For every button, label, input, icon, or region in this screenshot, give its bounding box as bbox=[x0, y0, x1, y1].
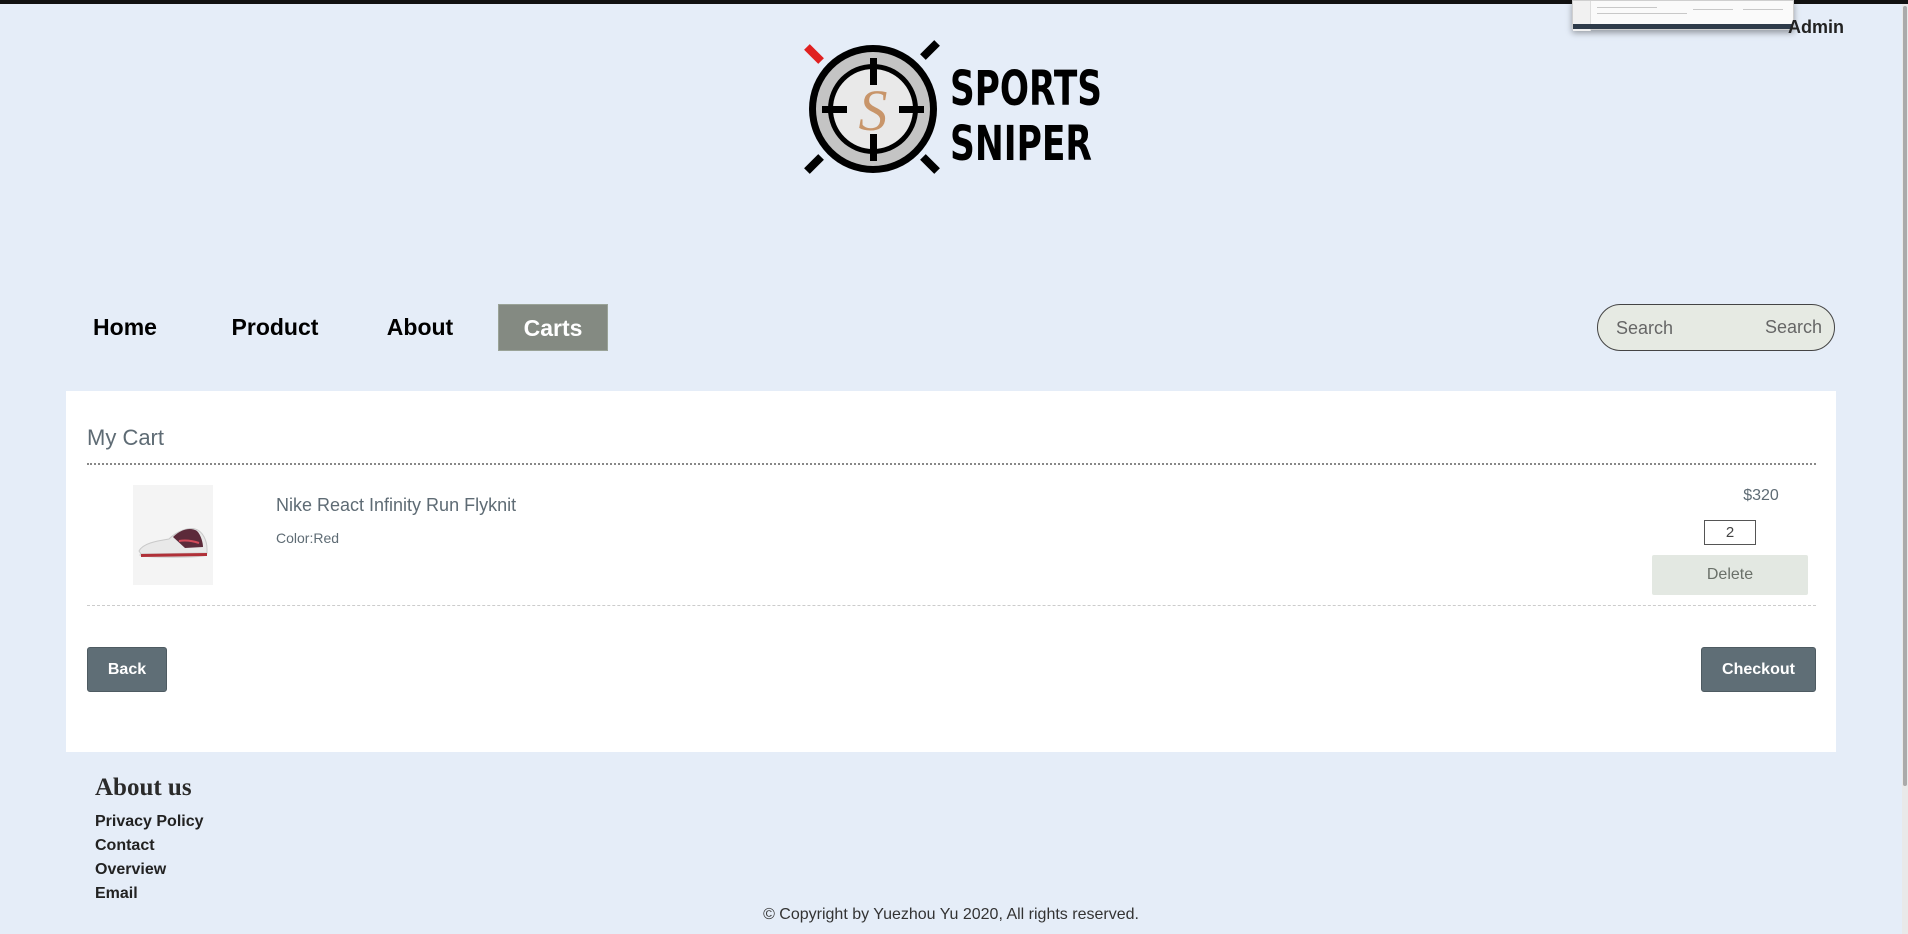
checkout-button[interactable]: Checkout bbox=[1701, 647, 1816, 692]
window-preview-thumbnail[interactable] bbox=[1572, 0, 1794, 31]
admin-link[interactable]: Admin bbox=[1788, 17, 1844, 38]
product-color: Color:Red bbox=[276, 530, 340, 546]
product-name[interactable]: Nike React Infinity Run Flyknit bbox=[276, 495, 516, 516]
privacy-policy-link[interactable]: Privacy Policy bbox=[95, 810, 204, 834]
nav-product[interactable]: Product bbox=[220, 304, 330, 351]
nav-home[interactable]: Home bbox=[67, 304, 183, 351]
search-form: Search bbox=[1597, 304, 1835, 351]
logo-line1: SPORTS bbox=[950, 61, 1102, 117]
nav-carts[interactable]: Carts bbox=[498, 304, 608, 351]
contact-link[interactable]: Contact bbox=[95, 834, 204, 858]
sports-sniper-logo[interactable]: S SPORTS SNIPER bbox=[800, 38, 1106, 180]
nav-about[interactable]: About bbox=[367, 304, 473, 351]
email-link[interactable]: Email bbox=[95, 882, 204, 906]
scrollbar-thumb[interactable] bbox=[1903, 6, 1907, 786]
back-button[interactable]: Back bbox=[87, 647, 167, 692]
product-price: $320 bbox=[1743, 487, 1779, 504]
page-scrollbar[interactable] bbox=[1902, 4, 1908, 934]
footer-links: Privacy Policy Contact Overview Email bbox=[95, 810, 204, 906]
logo-line2: SNIPER bbox=[950, 116, 1092, 172]
quantity-input[interactable] bbox=[1704, 520, 1756, 545]
cart-panel: My Cart Nike React Infinity Run Flyknit … bbox=[66, 391, 1836, 752]
about-us-heading: About us bbox=[95, 774, 192, 801]
copyright-text: © Copyright by Yuezhou Yu 2020, All righ… bbox=[763, 906, 1139, 923]
overview-link[interactable]: Overview bbox=[95, 858, 204, 882]
search-input[interactable] bbox=[1616, 315, 1746, 341]
logo-monogram: S bbox=[859, 78, 888, 143]
divider bbox=[87, 463, 1816, 465]
delete-button[interactable]: Delete bbox=[1652, 555, 1808, 595]
cart-title: My Cart bbox=[87, 425, 164, 450]
product-image[interactable] bbox=[133, 485, 213, 585]
search-button[interactable]: Search bbox=[1765, 305, 1822, 350]
divider bbox=[87, 605, 1816, 606]
